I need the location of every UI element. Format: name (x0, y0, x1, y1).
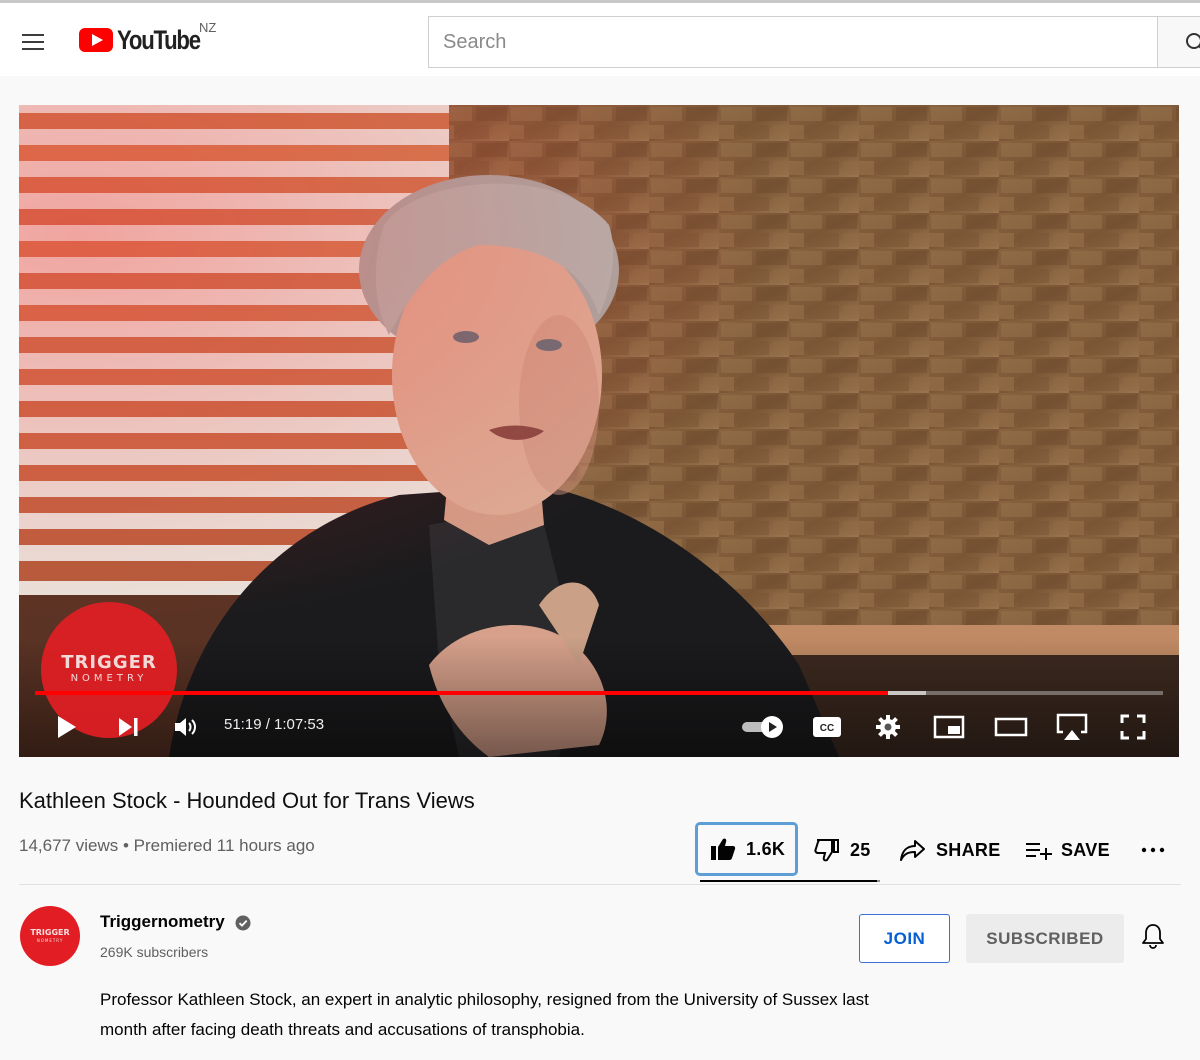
verified-badge-icon (235, 915, 251, 931)
dislike-count: 25 (850, 839, 871, 860)
progress-bar[interactable] (35, 691, 1163, 695)
save-button[interactable]: SAVE (1025, 834, 1110, 866)
miniplayer-icon (933, 715, 965, 739)
more-actions-button[interactable] (1140, 834, 1170, 866)
menu-icon[interactable] (20, 31, 48, 53)
video-player[interactable]: TRIGGER NOMETRY 51:19 / 1:07:53 CC (19, 105, 1179, 757)
thumbs-up-icon (711, 838, 736, 860)
search-input[interactable] (429, 17, 1158, 67)
volume-button[interactable] (169, 711, 203, 743)
like-button[interactable]: 1.6K (695, 822, 798, 876)
watermark-line2: NOMETRY (70, 673, 148, 684)
volume-icon (175, 718, 196, 736)
logo-text: YouTube (117, 24, 201, 55)
share-button[interactable]: SHARE (900, 834, 1001, 866)
masthead: YouTube NZ (0, 0, 1200, 76)
miniplayer-button[interactable] (929, 711, 969, 743)
country-code: NZ (199, 20, 217, 35)
theater-icon (994, 717, 1028, 737)
search-box (428, 16, 1158, 68)
avatar-line2: NOMETRY (36, 938, 64, 943)
video-title: Kathleen Stock - Hounded Out for Trans V… (19, 788, 475, 813)
view-count-date: 14,677 views • Premiered 11 hours ago (19, 836, 315, 855)
playlist-add-icon (1026, 843, 1052, 860)
subscribed-button[interactable]: SUBSCRIBED (966, 914, 1124, 963)
divider (19, 884, 1181, 885)
save-label: SAVE (1061, 839, 1110, 860)
sentiment-bar (700, 880, 880, 882)
bell-icon (1142, 924, 1164, 949)
thumbs-down-icon (814, 839, 839, 862)
notification-bell-button[interactable] (1140, 922, 1166, 955)
airplay-button[interactable] (1052, 711, 1092, 743)
video-description: Professor Kathleen Stock, an expert in a… (100, 990, 869, 1039)
dislike-button[interactable]: 25 (814, 834, 871, 866)
share-icon (900, 840, 925, 861)
youtube-play-icon (79, 28, 113, 52)
progress-played (35, 691, 888, 695)
sentiment-like-fill (700, 880, 878, 882)
channel-name[interactable]: Triggernometry (100, 912, 225, 932)
captions-icon: CC (813, 717, 841, 737)
search-icon (1186, 33, 1200, 49)
avatar-line1: TRIGGER (30, 928, 70, 937)
settings-button[interactable] (870, 711, 906, 743)
time-display: 51:19 / 1:07:53 (224, 716, 325, 733)
next-button[interactable] (111, 711, 145, 743)
play-icon (58, 716, 76, 738)
svg-text:CC: CC (820, 723, 834, 734)
theater-mode-button[interactable] (991, 711, 1031, 743)
more-horizontal-icon (1141, 847, 1165, 853)
subscriber-count: 269K subscribers (100, 944, 209, 960)
like-count: 1.6K (746, 838, 786, 859)
share-label: SHARE (936, 839, 1001, 860)
next-icon (119, 718, 138, 736)
fullscreen-icon (1120, 714, 1146, 740)
airplay-icon (1056, 713, 1088, 740)
channel-avatar[interactable]: TRIGGER NOMETRY (20, 906, 80, 966)
autoplay-icon (742, 716, 783, 738)
fullscreen-button[interactable] (1115, 711, 1151, 743)
gear-icon (876, 715, 900, 739)
youtube-logo[interactable]: YouTube (79, 25, 218, 55)
autoplay-toggle[interactable] (739, 711, 787, 743)
join-button[interactable]: JOIN (859, 914, 950, 963)
subtitles-button[interactable]: CC (809, 711, 845, 743)
search-button[interactable] (1157, 16, 1200, 68)
watermark-line1: TRIGGER (61, 652, 157, 673)
play-button[interactable] (49, 711, 83, 743)
